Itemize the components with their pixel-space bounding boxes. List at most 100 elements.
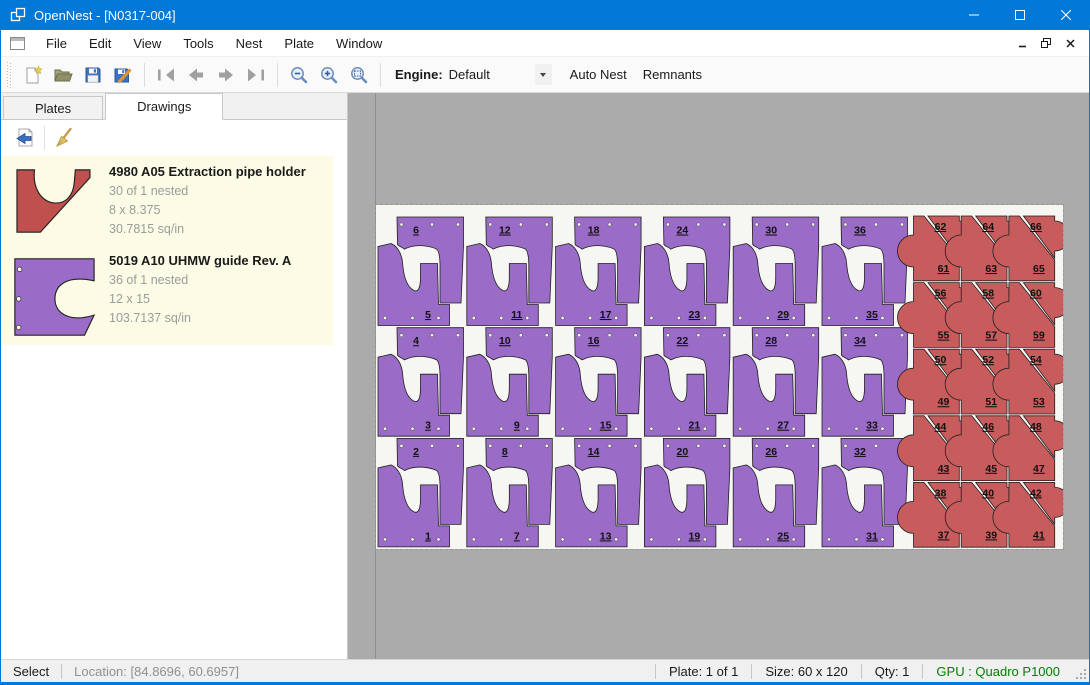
status-cell: Size: 60 x 120 (751, 664, 860, 679)
mdi-minimize-button[interactable] (1011, 33, 1033, 53)
app-icon (10, 7, 26, 23)
purple-pair-22-21: 2221 (644, 328, 730, 437)
part-number-64: 64 (982, 221, 994, 233)
save-as-button[interactable] (108, 61, 138, 89)
maximize-button[interactable] (997, 0, 1043, 30)
tab-drawings[interactable]: Drawings (105, 93, 223, 120)
part-31[interactable] (822, 465, 894, 547)
mdi-child-icon[interactable] (10, 37, 25, 50)
drawing-item[interactable]: 5019 A10 UHMW guide Rev. A36 of 1 nested… (1, 245, 333, 345)
save-button[interactable] (78, 61, 108, 89)
zoom-fit-icon (349, 65, 369, 85)
menu-item-edit[interactable]: Edit (78, 30, 122, 56)
maximize-icon (1015, 10, 1025, 20)
status-cell: Plate: 1 of 1 (655, 664, 751, 679)
auto-nest-button[interactable]: Auto Nest (562, 61, 635, 89)
save-as-icon (113, 65, 133, 85)
part-29[interactable] (733, 244, 805, 326)
purple-pair-32-31: 3231 (822, 438, 908, 547)
tab-plates[interactable]: Plates (3, 96, 103, 119)
part-number-39: 39 (985, 529, 997, 541)
part-number-45: 45 (985, 463, 997, 475)
zoom-fit-button[interactable] (344, 61, 374, 89)
import-drawing-button[interactable] (9, 124, 39, 152)
part-number-38: 38 (935, 487, 947, 499)
panel-toolbar-separator (44, 126, 45, 150)
part-3[interactable] (378, 354, 450, 436)
part-1[interactable] (378, 465, 450, 547)
part-25[interactable] (733, 465, 805, 547)
resize-grip[interactable] (1075, 668, 1087, 680)
main-toolbar: Engine: Default Auto Nest Remnants (1, 57, 1089, 93)
engine-label: Engine: (395, 67, 443, 82)
remnants-button[interactable]: Remnants (635, 61, 710, 89)
mdi-restore-icon (1041, 38, 1051, 48)
part-number-41: 41 (1033, 529, 1045, 541)
part-33[interactable] (822, 354, 894, 436)
part-11[interactable] (467, 244, 539, 326)
toolbar-separator (277, 63, 278, 87)
next-plate-button[interactable] (211, 61, 241, 89)
uhmw-guide-thumbnail (9, 255, 99, 339)
drawing-title: 5019 A10 UHMW guide Rev. A (109, 253, 331, 268)
part-5[interactable] (378, 244, 450, 326)
part-21[interactable] (644, 354, 716, 436)
status-cell: Qty: 1 (861, 664, 923, 679)
mdi-close-button[interactable] (1059, 33, 1081, 53)
menu-item-nest[interactable]: Nest (225, 30, 274, 56)
part-13[interactable] (556, 465, 628, 547)
part-number-35: 35 (866, 309, 878, 321)
previous-plate-button[interactable] (181, 61, 211, 89)
part-19[interactable] (644, 465, 716, 547)
part-number-51: 51 (985, 396, 997, 408)
minimize-button[interactable] (951, 0, 997, 30)
broom-icon (54, 127, 76, 149)
zoom-in-button[interactable] (314, 61, 344, 89)
part-7[interactable] (467, 465, 539, 547)
menu-item-tools[interactable]: Tools (172, 30, 224, 56)
drawing-thumbnail (9, 251, 109, 339)
part-number-5: 5 (425, 309, 431, 321)
new-file-button[interactable] (18, 61, 48, 89)
open-file-button[interactable] (48, 61, 78, 89)
menu-item-file[interactable]: File (35, 30, 78, 56)
window-title: OpenNest - [N0317-004] (34, 8, 951, 23)
menu-item-plate[interactable]: Plate (273, 30, 325, 56)
plate-canvas[interactable]: 6512111817242330293635431091615222128273… (348, 93, 1089, 659)
part-9[interactable] (467, 354, 539, 436)
part-23[interactable] (644, 244, 716, 326)
purple-pair-34-33: 3433 (822, 328, 908, 437)
part-number-11: 11 (511, 309, 522, 321)
close-button[interactable] (1043, 0, 1089, 30)
part-35[interactable] (822, 244, 894, 326)
mdi-minimize-icon (1018, 39, 1027, 48)
part-number-58: 58 (982, 288, 994, 300)
menu-item-view[interactable]: View (122, 30, 172, 56)
last-plate-button[interactable] (241, 61, 271, 89)
part-number-14: 14 (588, 446, 600, 458)
part-number-31: 31 (866, 530, 878, 542)
part-number-16: 16 (588, 335, 600, 347)
part-number-20: 20 (677, 446, 689, 458)
part-17[interactable] (556, 244, 628, 326)
menu-item-window[interactable]: Window (325, 30, 393, 56)
drawing-item[interactable]: 4980 A05 Extraction pipe holder30 of 1 n… (1, 156, 333, 245)
clear-drawings-button[interactable] (50, 124, 80, 152)
mdi-restore-button[interactable] (1035, 33, 1057, 53)
part-number-12: 12 (499, 225, 511, 237)
purple-pair-20-19: 2019 (644, 438, 730, 547)
mdi-close-icon (1066, 39, 1075, 48)
part-number-37: 37 (938, 529, 950, 541)
engine-dropdown-button[interactable] (535, 64, 552, 85)
import-arrow-icon (13, 127, 35, 149)
part-15[interactable] (556, 354, 628, 436)
drawing-nested-count: 30 of 1 nested (109, 182, 331, 201)
purple-pair-6-5: 65 (378, 217, 464, 326)
part-number-50: 50 (935, 354, 947, 366)
zoom-out-button[interactable] (284, 61, 314, 89)
part-27[interactable] (733, 354, 805, 436)
engine-combobox[interactable]: Default (449, 67, 535, 82)
part-number-40: 40 (982, 487, 994, 499)
toolbar-grip[interactable] (7, 62, 12, 88)
first-plate-button[interactable] (151, 61, 181, 89)
